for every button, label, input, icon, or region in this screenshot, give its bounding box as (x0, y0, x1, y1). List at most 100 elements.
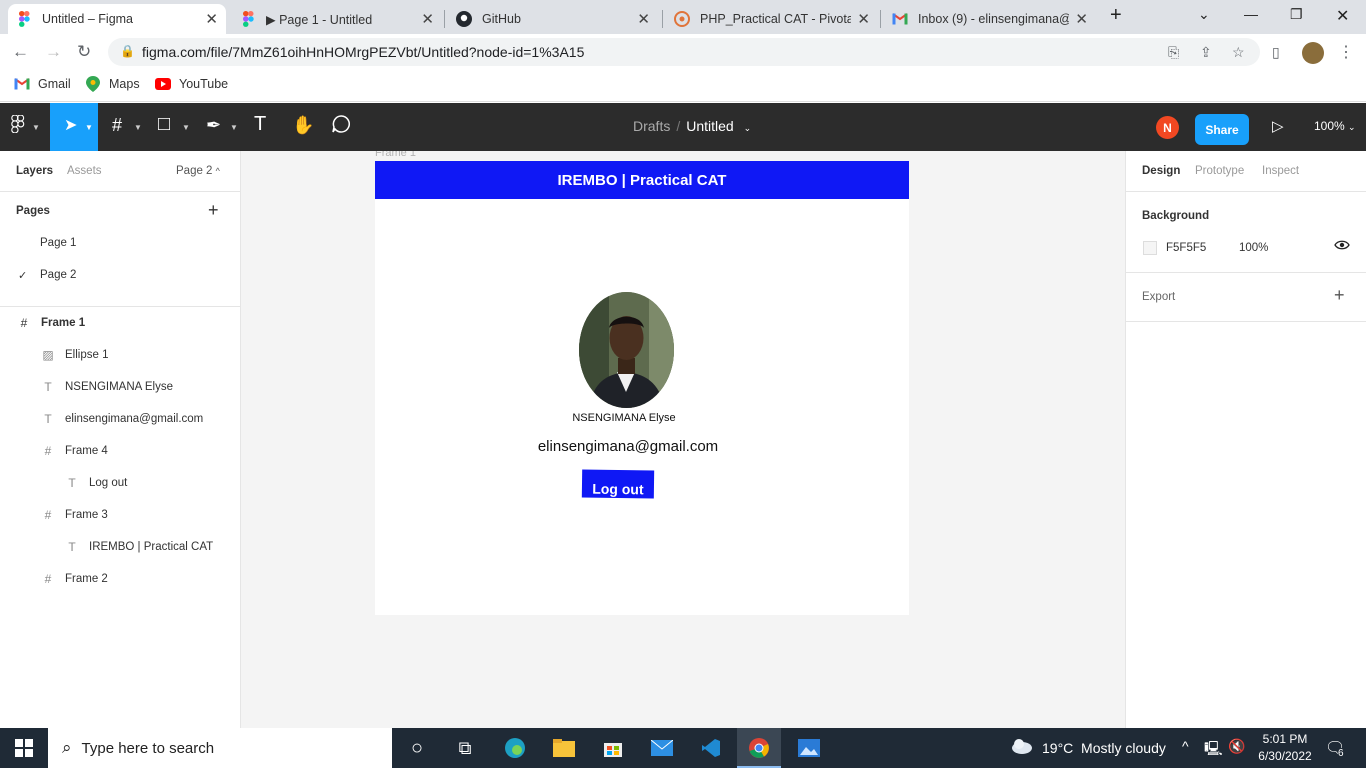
design-canvas[interactable]: Frame 1 IREMBO | Practical CAT NSENGIMAN… (241, 151, 1125, 728)
edge-icon[interactable] (502, 736, 528, 760)
frame-1[interactable]: IREMBO | Practical CAT NSENGIMANA Elyse … (375, 161, 909, 615)
close-icon[interactable]: ✕ (637, 10, 650, 28)
file-name[interactable]: Untitled (686, 118, 733, 134)
zoom-dropdown[interactable]: 100% ⌄ (1314, 119, 1356, 133)
back-icon[interactable]: ← (12, 42, 29, 62)
chevron-up-icon[interactable]: ^ (1182, 738, 1189, 754)
close-icon[interactable]: ✕ (421, 10, 434, 28)
layer-text-email[interactable]: Telinsengimana@gmail.com (0, 403, 240, 435)
tab-design[interactable]: Design (1142, 165, 1180, 177)
present-play-icon[interactable]: ▷ (1272, 117, 1284, 135)
bookmark-youtube[interactable]: YouTube (155, 77, 228, 91)
chevron-down-icon[interactable]: ▼ (230, 123, 238, 132)
background-opacity[interactable]: 100% (1239, 242, 1268, 254)
user-email[interactable]: elinsengimana@gmail.com (375, 438, 881, 455)
weather-cloud-icon[interactable] (1010, 737, 1034, 758)
breadcrumb-separator: / (676, 118, 681, 134)
chevron-down-icon[interactable]: ▼ (134, 123, 142, 132)
layer-frame-4[interactable]: # Frame 4 (0, 435, 240, 467)
profile-avatar[interactable] (1302, 42, 1324, 64)
main-menu-icon[interactable] (11, 114, 25, 138)
tab-pivotal[interactable]: PHP_Practical CAT - Pivotal Tr ✕ (666, 4, 878, 34)
frame-header[interactable]: IREMBO | Practical CAT (375, 161, 909, 199)
properties-panel: Design Prototype Inspect Background F5F5… (1125, 151, 1366, 728)
close-icon[interactable]: ✕ (857, 10, 870, 28)
reload-icon[interactable]: ↻ (77, 42, 91, 62)
volume-muted-icon[interactable]: 🔇 (1228, 738, 1245, 755)
frame-icon: # (20, 316, 28, 330)
layer-frame-1[interactable]: # Frame 1 (0, 307, 240, 339)
layer-frame-3[interactable]: # Frame 3 (0, 499, 240, 531)
profile-photo[interactable] (579, 292, 674, 408)
tab-page1-untitled[interactable]: ▶ Page 1 - Untitled ✕ (232, 4, 442, 34)
network-icon[interactable]: 🖳 (1204, 738, 1223, 762)
cortana-icon[interactable]: ○ (404, 736, 430, 760)
rectangle-tool-icon[interactable]: □ (158, 113, 170, 136)
tab-figma-untitled[interactable]: Untitled – Figma ✕ (8, 4, 226, 34)
frame-tool-icon[interactable]: # (112, 115, 122, 136)
weather-text[interactable]: 19°C Mostly cloudy (1042, 740, 1166, 756)
layer-ellipse-1[interactable]: ▨ Ellipse 1 (0, 339, 240, 371)
bookmark-star-icon[interactable]: ☆ (1232, 44, 1245, 61)
install-icon[interactable]: ⎘ (1168, 44, 1179, 61)
tab-prototype[interactable]: Prototype (1195, 165, 1244, 177)
tab-inspect[interactable]: Inspect (1262, 165, 1299, 177)
vscode-icon[interactable] (698, 736, 724, 760)
add-export-icon[interactable]: + (1334, 285, 1345, 306)
user-name[interactable]: NSENGIMANA Elyse (375, 412, 873, 424)
chevron-down-icon[interactable]: ⌄ (744, 123, 752, 133)
share-button[interactable]: Share (1195, 114, 1249, 145)
window-close-icon[interactable]: ✕ (1336, 6, 1349, 26)
background-hex[interactable]: F5F5F5 (1166, 242, 1206, 254)
restore-icon[interactable]: ❐ (1290, 6, 1303, 23)
file-explorer-icon[interactable] (551, 736, 577, 760)
store-icon[interactable] (600, 736, 626, 760)
task-view-icon[interactable]: ⧉ (452, 736, 478, 760)
taskbar-search-box[interactable]: ⌕ Type here to search (48, 728, 392, 768)
figma-icon (16, 11, 32, 27)
share-page-icon[interactable]: ⇪ (1200, 44, 1212, 61)
chevron-down-icon[interactable]: ▼ (32, 123, 40, 132)
pen-tool-icon[interactable]: ✒ (206, 115, 221, 136)
mail-icon[interactable] (649, 736, 675, 760)
text-tool-icon[interactable]: T (254, 113, 266, 136)
windows-start-icon[interactable] (15, 739, 33, 760)
menu-icon[interactable]: ⋮ (1338, 42, 1354, 62)
system-clock[interactable]: 5:01 PM 6/30/2022 (1254, 731, 1316, 765)
hand-tool-icon[interactable]: ✋ (292, 115, 314, 136)
eye-icon[interactable] (1334, 239, 1350, 254)
chevron-down-icon[interactable]: ▼ (182, 123, 190, 132)
layer-text-name[interactable]: T NSENGIMANA Elyse (0, 371, 240, 403)
user-avatar[interactable]: N (1156, 116, 1179, 139)
page-switcher[interactable]: Page 2 ^ (176, 165, 220, 177)
background-swatch[interactable] (1143, 241, 1157, 255)
minimize-icon[interactable]: — (1244, 6, 1258, 22)
chrome-taskbar-button[interactable] (737, 728, 781, 768)
tab-github[interactable]: GitHub ✕ (448, 4, 658, 34)
tab-gmail-inbox[interactable]: Inbox (9) - elinsengimana@g ✕ (884, 4, 1096, 34)
layer-text-logout[interactable]: T Log out (0, 467, 240, 499)
page-item-page-2[interactable]: ✓ Page 2 (0, 259, 240, 291)
tab-assets[interactable]: Assets (67, 165, 102, 177)
close-icon[interactable]: ✕ (1075, 10, 1088, 28)
zoom-value: 100% (1314, 119, 1345, 133)
add-page-icon[interactable]: + (208, 200, 219, 221)
logout-button[interactable]: Log out (581, 469, 655, 499)
move-tool-button[interactable]: ➤ ▼ (50, 103, 98, 151)
drafts-link[interactable]: Drafts (633, 118, 670, 134)
new-tab-icon[interactable]: + (1110, 4, 1122, 27)
tab-search-icon[interactable]: ⌄ (1198, 6, 1210, 23)
bookmark-gmail[interactable]: Gmail (14, 77, 71, 91)
page-item-page-1[interactable]: Page 1 (0, 227, 240, 259)
layer-text-header[interactable]: T IREMBO | Practical CAT (0, 531, 240, 563)
close-icon[interactable]: ✕ (205, 10, 218, 28)
frame-label[interactable]: Frame 1 (375, 151, 416, 159)
comment-tool-icon[interactable] (332, 115, 350, 138)
bookmark-maps[interactable]: Maps (85, 76, 140, 92)
side-panel-icon[interactable]: ▯ (1272, 44, 1280, 61)
layer-frame-2[interactable]: # Frame 2 (0, 563, 240, 595)
forward-icon[interactable]: → (45, 42, 62, 62)
address-bar[interactable]: 🔒 figma.com/file/7MmZ61oihHnHOMrgPEZVbt/… (108, 38, 1260, 66)
photos-icon[interactable] (796, 736, 822, 760)
tab-layers[interactable]: Layers (16, 165, 53, 177)
